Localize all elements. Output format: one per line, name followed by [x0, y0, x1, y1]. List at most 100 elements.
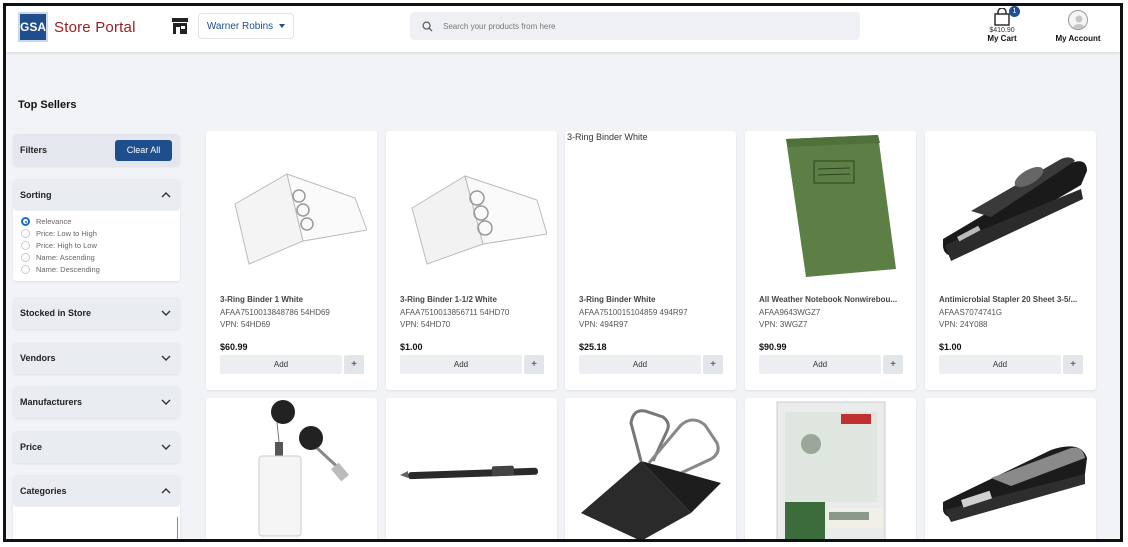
increment-quantity-button[interactable]: + [703, 355, 723, 374]
filter-price[interactable]: Price [13, 431, 180, 463]
clear-all-button[interactable]: Clear All [115, 139, 172, 161]
add-to-cart-button[interactable]: Add [579, 355, 701, 374]
product-sku: AFAA7510013856711 54HD70 [400, 308, 510, 317]
filter-section-title: Manufacturers [20, 397, 83, 407]
store-location-select[interactable]: Warner Robins [198, 13, 294, 39]
filter-stocked-in-store[interactable]: Stocked in Store [13, 297, 180, 329]
filter-section-title: Price [20, 442, 43, 452]
my-cart[interactable]: 1 $410.90 My Cart [982, 6, 1022, 43]
radio-button[interactable] [21, 264, 30, 274]
search-input[interactable] [443, 21, 823, 31]
chevron-down-icon [279, 24, 286, 28]
portal-title: Store Portal [54, 18, 136, 36]
product-sku: AFAA9643WGZ7 [759, 308, 821, 317]
product-card[interactable]: 3-Ring Binder White 3-Ring Binder White … [565, 131, 736, 390]
sorting-options: Relevance Price: Low to High Price: High… [13, 211, 180, 281]
index-dividers-icon[interactable] [745, 398, 916, 539]
binder-icon[interactable] [206, 131, 377, 281]
notebook-icon[interactable] [745, 131, 916, 281]
product-card[interactable]: All Weather Notebook Nonwirebou... AFAA9… [745, 131, 916, 390]
top-header: GSA Store Portal Warner Robins Search yo… [6, 6, 1120, 52]
product-name[interactable]: 3-Ring Binder 1 White [220, 295, 370, 304]
filters-title: Filters [20, 145, 48, 155]
filter-categories[interactable]: Categories [13, 475, 180, 539]
product-card[interactable] [925, 398, 1096, 539]
sort-option-label: Price: High to Low [36, 240, 97, 250]
product-vpn: VPN: 494R97 [579, 320, 628, 329]
radio-button[interactable] [21, 252, 30, 262]
product-name[interactable]: All Weather Notebook Nonwirebou... [759, 295, 909, 304]
broken-image-icon[interactable]: 3-Ring Binder White [565, 131, 736, 281]
badge-reel-icon[interactable] [206, 398, 377, 539]
product-card[interactable] [565, 398, 736, 539]
sort-option-label: Relevance [36, 217, 72, 227]
increment-quantity-button[interactable]: + [1063, 355, 1083, 374]
search-bar[interactable] [410, 12, 860, 40]
product-sku: AFAA7510013848786 54HD69 [220, 308, 330, 317]
increment-quantity-button[interactable]: + [524, 355, 544, 374]
add-to-cart-button[interactable]: Add [759, 355, 881, 374]
product-vpn: VPN: 3WGZ7 [759, 320, 808, 329]
sorting-header[interactable]: Sorting [13, 179, 180, 211]
search-icon [422, 21, 433, 32]
product-sku: AFAAS7074741G [939, 308, 1003, 317]
chevron-down-icon [161, 399, 171, 405]
page-title: Top Sellers [18, 99, 77, 111]
product-card[interactable]: 3-Ring Binder 1-1/2 White AFAA7510013856… [386, 131, 557, 390]
my-account[interactable]: My Account [1050, 10, 1106, 43]
binder-icon[interactable] [386, 131, 557, 281]
product-sku: AFAA7510015104859 494R97 [579, 308, 688, 317]
sort-option-label: Name: Ascending [36, 252, 95, 262]
increment-quantity-button[interactable]: + [344, 355, 364, 374]
filters-panel: Filters Clear All [13, 134, 180, 166]
logo[interactable]: GSA Store Portal [18, 12, 136, 42]
increment-quantity-button[interactable]: + [883, 355, 903, 374]
chevron-up-icon [161, 488, 171, 494]
filter-vendors[interactable]: Vendors [13, 342, 180, 374]
add-to-cart-button[interactable]: Add [220, 355, 342, 374]
binder-clip-icon[interactable] [565, 398, 736, 539]
product-price: $1.00 [939, 342, 962, 352]
product-vpn: VPN: 24Y088 [939, 320, 988, 329]
sort-option-name-desc[interactable]: Name: Descending [21, 263, 172, 275]
radio-button[interactable] [21, 240, 30, 250]
product-card[interactable] [745, 398, 916, 539]
add-to-cart-button[interactable]: Add [400, 355, 522, 374]
chevron-down-icon [161, 310, 171, 316]
image-alt-text: 3-Ring Binder White [567, 132, 648, 142]
sort-option-name-asc[interactable]: Name: Ascending [21, 251, 172, 263]
product-name[interactable]: 3-Ring Binder 1-1/2 White [400, 295, 550, 304]
chevron-down-icon [161, 355, 171, 361]
radio-button[interactable] [21, 229, 30, 239]
sort-option-label: Price: Low to High [36, 229, 97, 239]
sort-option-relevance[interactable]: Relevance [21, 216, 172, 228]
app-window: GSA Store Portal Warner Robins Search yo… [3, 3, 1123, 542]
product-card[interactable] [386, 398, 557, 539]
scrollbar[interactable] [177, 517, 178, 539]
account-label: My Account [1055, 34, 1101, 43]
product-card[interactable] [206, 398, 377, 539]
add-to-cart-button[interactable]: Add [939, 355, 1061, 374]
sort-option-price-low-high[interactable]: Price: Low to High [21, 228, 172, 240]
product-card[interactable]: Antimicrobial Stapler 20 Sheet 3-5/... A… [925, 131, 1096, 390]
product-name[interactable]: Antimicrobial Stapler 20 Sheet 3-5/... [939, 295, 1089, 304]
cart-label: My Cart [987, 34, 1017, 43]
product-price: $60.99 [220, 342, 248, 352]
stapler-icon[interactable] [925, 131, 1096, 281]
store-icon[interactable] [170, 16, 190, 36]
user-avatar-icon [1068, 10, 1088, 30]
product-card[interactable]: 3-Ring Binder 1 White AFAA7510013848786 … [206, 131, 377, 390]
product-price: $90.99 [759, 342, 787, 352]
stapler-icon[interactable] [925, 398, 1096, 539]
sort-option-price-high-low[interactable]: Price: High to Low [21, 240, 172, 252]
product-price: $25.18 [579, 342, 607, 352]
gsa-logo-icon: GSA [18, 12, 48, 42]
product-name[interactable]: 3-Ring Binder White [579, 295, 729, 304]
cart-total: $410.90 [989, 27, 1015, 34]
filter-section-title: Stocked in Store [20, 308, 92, 318]
sort-option-label: Name: Descending [36, 264, 100, 274]
sorting-panel: Sorting Relevance Price: Low to High Pri… [13, 179, 180, 281]
pen-icon[interactable] [386, 398, 557, 539]
filter-manufacturers[interactable]: Manufacturers [13, 386, 180, 418]
radio-selected[interactable] [21, 217, 30, 227]
